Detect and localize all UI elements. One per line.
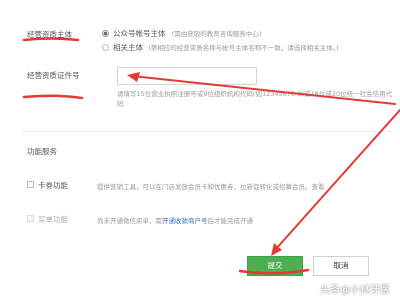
entity-option1-hint: (需由获取的教育咨询服务中心) <box>171 30 262 38</box>
license-label: 经营资质证件号 <box>27 71 80 80</box>
cancel-button[interactable]: 取消 <box>313 256 369 276</box>
watermark: 头条@小林牙医 <box>320 281 390 296</box>
license-hint-line1: 请填写15位营业执照注册号或9位组织机构代码(如12345678-9)或18位或… <box>117 90 393 98</box>
submit-button[interactable]: 提交 <box>247 256 303 276</box>
entity-option1[interactable]: 公众号帐号主体 (需由获取的教育咨询服务中心) <box>113 28 261 39</box>
entity-label: 经营资质主体 <box>27 30 72 39</box>
card-function-desc: 提供营销工具，可以在门店发放会员卡和优惠券，拉新促转化或招募会员。查看 <box>97 183 325 191</box>
entity-option1-radio[interactable] <box>102 30 109 37</box>
buy-function-label: 买单功能 <box>38 215 68 224</box>
section-divider <box>22 131 392 132</box>
watermark-text: 头条@小林牙医 <box>320 285 390 296</box>
buy-function-checkbox[interactable] <box>27 215 34 222</box>
annotation-underline-license <box>22 94 84 100</box>
entity-option1-label: 公众号帐号主体 <box>113 29 166 38</box>
card-function-checkbox[interactable] <box>27 181 34 188</box>
entity-option2-radio[interactable] <box>102 44 109 51</box>
card-function-label: 卡券功能 <box>38 181 68 190</box>
services-title: 功能服务 <box>27 147 57 156</box>
license-number-input[interactable] <box>117 67 257 85</box>
buy-desc-before: 尚未开通微信买单，需 <box>97 217 162 225</box>
license-hint: 请填写15位营业执照注册号或9位组织机构代码(如12345678-9)或18位或… <box>117 89 397 109</box>
entity-option2[interactable]: 相关主体 (第相应的经营资质名称与帐号主体名称不一致，请选择相关主体。) <box>113 42 339 53</box>
buy-function-desc: 尚未开通微信买单，需开通收款商户号后才能完成开通 <box>97 215 253 225</box>
open-merchant-link[interactable]: 开通收款商户号 <box>162 217 208 225</box>
annotation-arrow-submit-head <box>271 243 282 256</box>
license-hint-line2: 码 <box>117 100 124 108</box>
buy-desc-after: 后才能完成开通 <box>207 217 254 225</box>
entity-option2-hint: (第相应的经营资质名称与帐号主体名称不一致，请选择相关主体。) <box>148 44 339 52</box>
entity-option2-label: 相关主体 <box>113 43 143 52</box>
